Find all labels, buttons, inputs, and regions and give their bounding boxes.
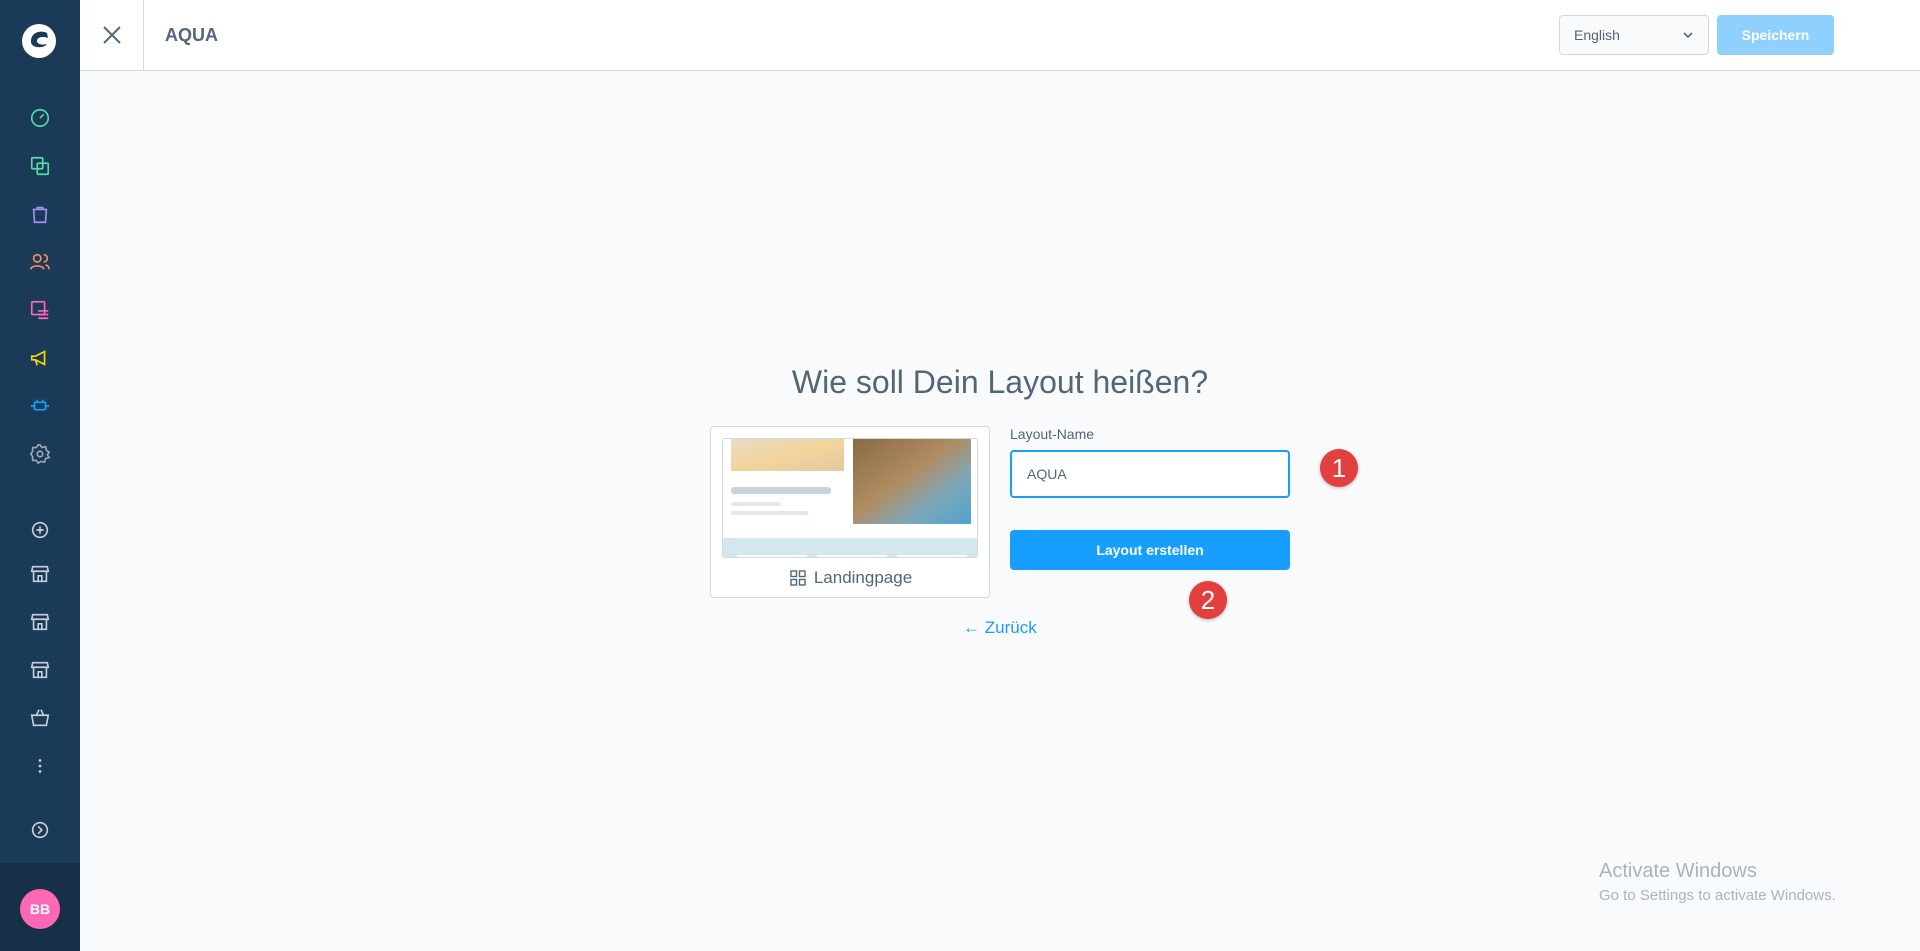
back-link[interactable]: ← Zurück bbox=[963, 618, 1037, 638]
save-button[interactable]: Speichern bbox=[1717, 15, 1834, 55]
sidebar: BB bbox=[0, 0, 80, 951]
basket-icon[interactable] bbox=[27, 705, 53, 731]
step-marker-2: 2 bbox=[1189, 581, 1227, 619]
page-title: AQUA bbox=[165, 25, 218, 45]
layout-type-label: Landingpage bbox=[711, 568, 991, 588]
grid-icon bbox=[790, 570, 806, 586]
create-layout-button[interactable]: Layout erstellen bbox=[1010, 530, 1290, 570]
page-heading: Wie soll Dein Layout heißen? bbox=[791, 364, 1209, 400]
dashboard-icon[interactable] bbox=[27, 105, 53, 131]
collapse-sidebar-icon[interactable] bbox=[27, 817, 53, 843]
step-marker-1: 1 bbox=[1320, 449, 1358, 487]
settings-icon[interactable] bbox=[27, 441, 53, 467]
windows-activation-watermark: Activate Windows Go to Settings to activ… bbox=[1599, 860, 1836, 904]
close-icon bbox=[102, 26, 121, 44]
back-link-label: Zurück bbox=[984, 618, 1037, 637]
arrow-left-icon: ← bbox=[963, 618, 980, 637]
layout-type-card[interactable]: Landingpage bbox=[710, 426, 990, 598]
catalogues-icon[interactable] bbox=[27, 153, 53, 179]
language-select-value: English bbox=[1574, 27, 1620, 43]
watermark-title: Activate Windows bbox=[1599, 860, 1757, 882]
language-select[interactable]: English bbox=[1559, 15, 1709, 55]
more-icon[interactable] bbox=[27, 753, 53, 779]
add-sales-channel-icon[interactable] bbox=[27, 517, 53, 543]
storefront-icon[interactable] bbox=[27, 561, 53, 587]
avatar[interactable]: BB bbox=[20, 889, 60, 929]
chevron-down-icon bbox=[1683, 32, 1693, 39]
orders-icon[interactable] bbox=[27, 201, 53, 227]
storefront-icon[interactable] bbox=[27, 657, 53, 683]
customers-icon[interactable] bbox=[27, 249, 53, 275]
close-button[interactable] bbox=[80, 0, 144, 70]
storefront-icon[interactable] bbox=[27, 609, 53, 635]
layout-name-input[interactable] bbox=[1010, 450, 1290, 498]
shopware-logo[interactable] bbox=[20, 22, 58, 60]
watermark-subtitle: Go to Settings to activate Windows. bbox=[1599, 887, 1836, 904]
layout-name-label: Layout-Name bbox=[1010, 426, 1095, 442]
layout-type-text: Landingpage bbox=[813, 568, 913, 587]
top-bar: AQUA English Speichern bbox=[80, 0, 1920, 71]
layout-preview-image bbox=[722, 438, 978, 558]
content-icon[interactable] bbox=[27, 297, 53, 323]
